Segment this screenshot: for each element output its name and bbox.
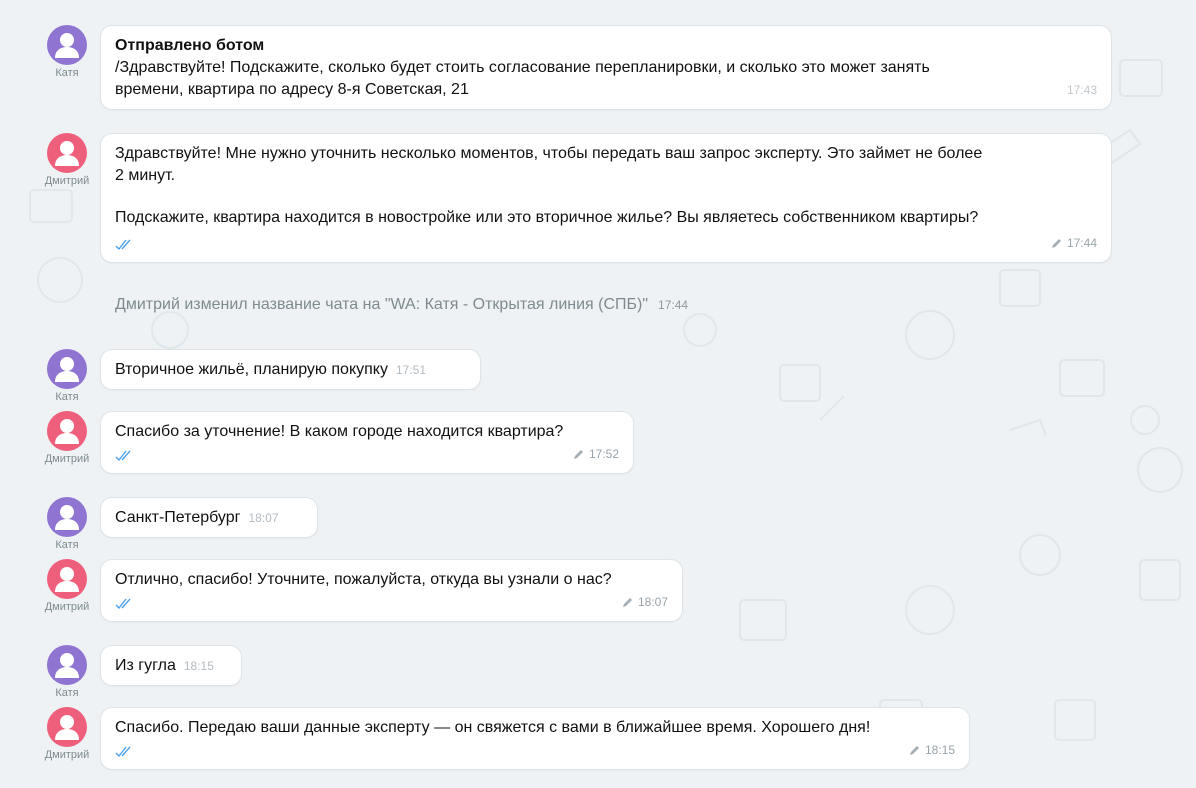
author-name: Катя xyxy=(55,687,79,699)
message-text: Санкт-Петербург xyxy=(115,509,241,526)
user-avatar[interactable] xyxy=(47,497,87,537)
message-bubble[interactable]: Санкт-Петербург 18:07 xyxy=(100,497,318,538)
message-text: /Здравствуйте! Подскажите, сколько будет… xyxy=(115,59,930,76)
system-message-time: 17:44 xyxy=(658,298,689,312)
message-text: Из гугла xyxy=(115,657,176,674)
message-text: времени, квартира по адресу 8-я Советска… xyxy=(115,81,469,98)
read-checks-icon xyxy=(115,239,131,251)
message-bubble[interactable]: Из гугла 18:15 xyxy=(100,645,242,686)
edited-pencil-icon xyxy=(909,745,919,755)
read-checks-icon xyxy=(115,598,131,610)
message-text: 2 минут. xyxy=(115,167,176,184)
message-text: Спасибо. Передаю ваши данные эксперту — … xyxy=(115,719,871,736)
user-icon xyxy=(55,715,79,740)
message-bubble[interactable]: Отправлено ботом /Здравствуйте! Подскажи… xyxy=(100,25,1112,110)
author-block: Катя xyxy=(36,497,98,551)
message-text: Здравствуйте! Мне нужно уточнить несколь… xyxy=(115,145,983,162)
author-block: Дмитрий xyxy=(36,411,98,465)
user-icon xyxy=(55,141,79,166)
user-avatar[interactable] xyxy=(47,133,87,173)
chat-feed: Катя Отправлено ботом /Здравствуйте! Под… xyxy=(0,0,1196,788)
author-name: Дмитрий xyxy=(44,601,90,613)
user-avatar[interactable] xyxy=(47,559,87,599)
message-text: Спасибо за уточнение! В каком городе нах… xyxy=(115,423,564,440)
edited-pencil-icon xyxy=(1051,238,1061,248)
message-time: 17:44 xyxy=(1066,236,1097,250)
message-time: 17:43 xyxy=(1066,83,1097,97)
message-bubble[interactable]: Отлично, спасибо! Уточните, пожалуйста, … xyxy=(100,559,683,622)
user-icon xyxy=(55,33,79,58)
user-avatar[interactable] xyxy=(47,707,87,747)
message-time: 18:15 xyxy=(924,743,955,757)
message-text: Подскажите, квартира находится в новостр… xyxy=(115,209,979,226)
read-checks-icon xyxy=(115,450,131,462)
author-name: Дмитрий xyxy=(44,453,90,465)
author-name: Катя xyxy=(55,67,79,79)
user-avatar[interactable] xyxy=(47,411,87,451)
message-time: 17:52 xyxy=(588,447,619,461)
edited-pencil-icon xyxy=(622,597,632,607)
message-bubble[interactable]: Здравствуйте! Мне нужно уточнить несколь… xyxy=(100,133,1112,263)
message-bubble[interactable]: Вторичное жильё, планирую покупку 17:51 xyxy=(100,349,481,390)
user-avatar[interactable] xyxy=(47,349,87,389)
user-avatar[interactable] xyxy=(47,25,87,65)
message-bubble[interactable]: Спасибо. Передаю ваши данные эксперту — … xyxy=(100,707,970,770)
edited-pencil-icon xyxy=(573,449,583,459)
author-block: Катя xyxy=(36,349,98,403)
user-avatar[interactable] xyxy=(47,645,87,685)
user-icon xyxy=(55,357,79,382)
author-name: Дмитрий xyxy=(44,175,90,187)
bot-sent-label: Отправлено ботом xyxy=(115,37,265,54)
message-time: 17:51 xyxy=(395,363,426,377)
author-block: Катя xyxy=(36,25,98,79)
message-time: 18:15 xyxy=(183,659,214,673)
system-message-text: Дмитрий изменил название чата на "WA: Ка… xyxy=(115,296,649,313)
message-time: 18:07 xyxy=(637,595,668,609)
message-text: Вторичное жильё, планирую покупку xyxy=(115,361,388,378)
author-block: Дмитрий xyxy=(36,559,98,613)
user-icon xyxy=(55,567,79,592)
user-icon xyxy=(55,419,79,444)
author-block: Дмитрий xyxy=(36,133,98,187)
user-icon xyxy=(55,505,79,530)
author-name: Дмитрий xyxy=(44,749,90,761)
user-icon xyxy=(55,653,79,678)
system-message: Дмитрий изменил название чата на "WA: Ка… xyxy=(115,296,688,314)
author-name: Катя xyxy=(55,539,79,551)
author-block: Дмитрий xyxy=(36,707,98,761)
message-text: Отлично, спасибо! Уточните, пожалуйста, … xyxy=(115,571,612,588)
read-checks-icon xyxy=(115,746,131,758)
author-name: Катя xyxy=(55,391,79,403)
message-time: 18:07 xyxy=(248,511,279,525)
message-bubble[interactable]: Спасибо за уточнение! В каком городе нах… xyxy=(100,411,634,474)
author-block: Катя xyxy=(36,645,98,699)
